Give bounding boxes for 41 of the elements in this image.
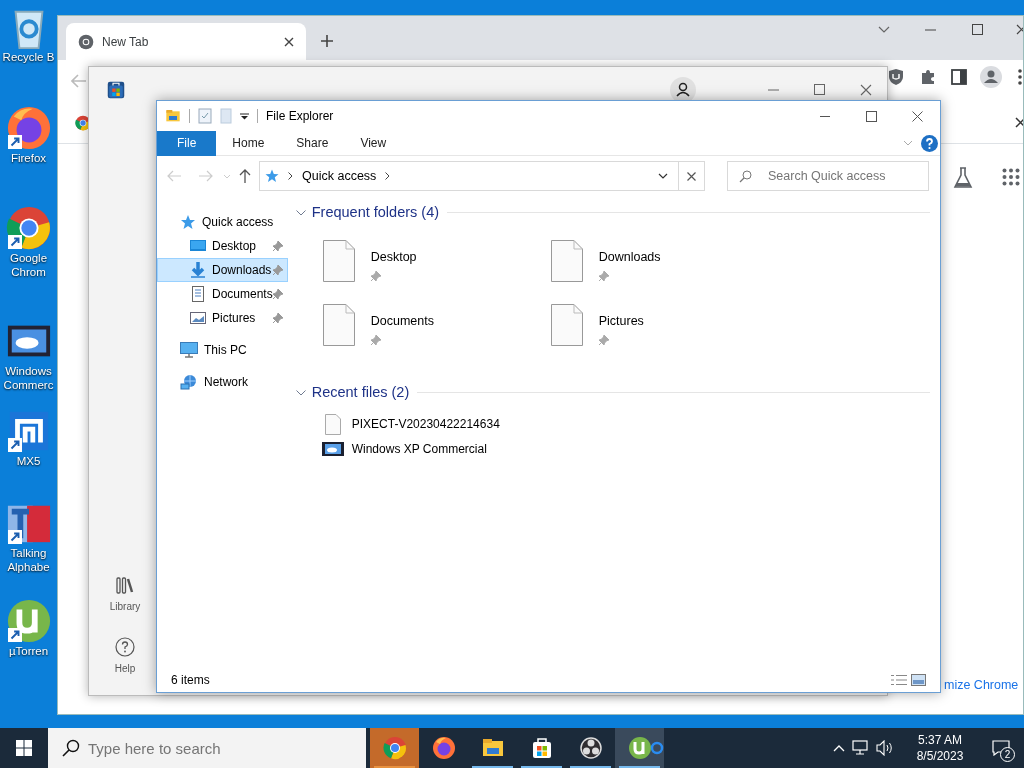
- browser-tab[interactable]: New Tab: [66, 23, 306, 60]
- group-header[interactable]: Frequent folders (4): [311, 202, 440, 224]
- folder-tile[interactable]: Documents: [322, 303, 551, 368]
- desktop-icon-label[interactable]: µTorren: [0, 644, 57, 658]
- group-header[interactable]: Recent files (2): [311, 381, 410, 404]
- nav-pane-item[interactable]: This PC: [157, 338, 288, 362]
- nav-pane-item[interactable]: Pictures: [157, 306, 288, 330]
- desktop-icon-label[interactable]: Talking Alphabe: [0, 546, 57, 574]
- nav-pane-item[interactable]: Quick access: [157, 210, 288, 234]
- sidebar-nav-button[interactable]: Help: [103, 637, 147, 676]
- desktop-icon-label[interactable]: Firefox: [0, 151, 57, 165]
- tab-title: New Tab: [102, 33, 150, 51]
- nav-pane-item[interactable]: Downloads: [157, 258, 288, 282]
- desktop-icon-label[interactable]: Windows Commerc: [0, 364, 57, 392]
- status-text: 6 items: [171, 672, 211, 689]
- ribbon-tab[interactable]: Share: [280, 130, 345, 156]
- recent-file-item[interactable]: Windows XP Commercial: [321, 438, 930, 460]
- notification-count: 2: [1000, 747, 1015, 762]
- nav-pane-item[interactable]: Desktop: [157, 234, 288, 258]
- clock-date[interactable]: 8/5/2023: [916, 748, 964, 764]
- desktop-icon-label[interactable]: MX5: [0, 454, 57, 468]
- taskbar-search-field[interactable]: Type here to search: [48, 728, 366, 768]
- breadcrumb[interactable]: Quick access: [302, 166, 377, 186]
- window-title: File Explorer: [266, 108, 335, 125]
- clock-time[interactable]: 5:37 AM: [918, 732, 962, 748]
- folder-tile[interactable]: Downloads: [550, 239, 779, 304]
- ribbon-tab[interactable]: Home: [216, 130, 281, 156]
- desktop-icon-label[interactable]: Recycle B: [0, 50, 57, 64]
- sidebar-nav-button[interactable]: Library: [103, 575, 147, 614]
- folder-tile[interactable]: Pictures: [550, 303, 779, 368]
- customize-link[interactable]: mize Chrome: [944, 676, 1019, 695]
- address-bar[interactable]: Quick access: [259, 161, 680, 191]
- nav-pane-item[interactable]: Documents: [157, 282, 288, 306]
- desktop-icon-label[interactable]: Google Chrom: [0, 251, 57, 279]
- folder-tile[interactable]: Desktop: [322, 239, 551, 304]
- ribbon-tab[interactable]: File: [157, 130, 217, 156]
- ribbon-tab[interactable]: View: [344, 130, 403, 156]
- nav-pane-item[interactable]: Network: [157, 370, 288, 394]
- search-field[interactable]: Search Quick access: [727, 161, 929, 191]
- recent-file-item[interactable]: PIXECT-V20230422214634: [321, 413, 930, 435]
- notification-button[interactable]: 2: [978, 728, 1024, 768]
